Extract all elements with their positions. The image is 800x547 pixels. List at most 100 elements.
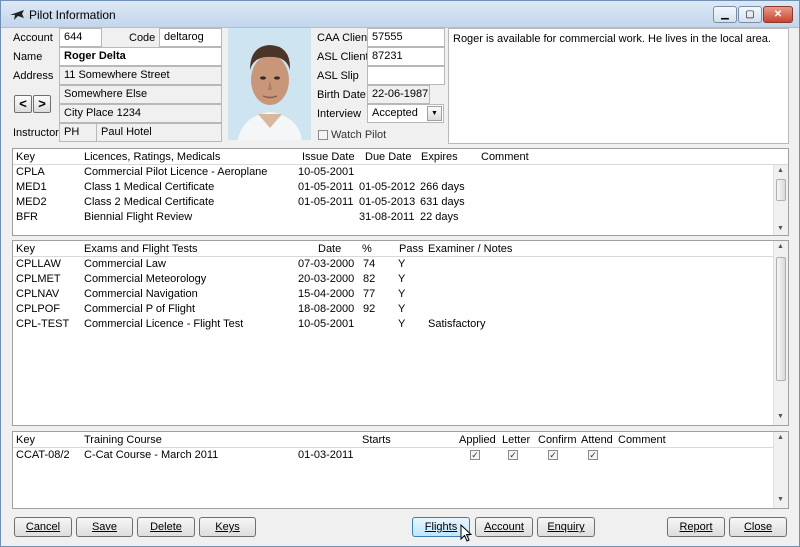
enquiry-button[interactable]: Enquiry (537, 517, 595, 537)
maximize-button[interactable]: ▢ (738, 6, 762, 23)
licences-grid[interactable]: Key Licences, Ratings, Medicals Issue Da… (12, 148, 789, 236)
scroll-down-icon[interactable]: ▼ (777, 413, 784, 420)
scroll-up-icon[interactable]: ▲ (777, 167, 784, 174)
table-row[interactable]: MED2 Class 2 Medical Certificate 01-05-201… (13, 195, 773, 210)
instructor-name-field[interactable]: Paul Hotel (96, 123, 222, 142)
keys-button[interactable]: Keys (199, 517, 256, 537)
asl-slip-field[interactable] (367, 66, 445, 85)
column-header[interactable]: Key (16, 434, 35, 446)
training-scrollbar[interactable]: ▲ ▼ (773, 432, 788, 508)
column-header[interactable]: Comment (481, 151, 529, 163)
column-header[interactable]: Issue Date (302, 151, 355, 163)
chevron-down-icon[interactable]: ▼ (427, 106, 442, 121)
scroll-thumb[interactable] (776, 257, 786, 381)
table-row[interactable]: CPLMET Commercial Meteorology 20-03-2000 82… (13, 272, 773, 287)
table-cell: Biennial Flight Review (84, 211, 193, 223)
prev-record-button[interactable]: < (14, 95, 32, 113)
code-field[interactable]: deltarog (159, 28, 222, 47)
instructor-label: Instructor (13, 127, 59, 139)
column-header[interactable]: Examiner / Notes (428, 243, 512, 255)
close-button[interactable]: Close (729, 517, 787, 537)
asl-client-field[interactable]: 87231 (367, 47, 445, 66)
address-line-2[interactable]: Somewhere Else (59, 85, 222, 104)
name-field[interactable]: Roger Delta (59, 47, 222, 66)
table-row[interactable]: CPLPOF Commercial P of Flight 18-08-2000 92… (13, 302, 773, 317)
column-header[interactable]: Attend (581, 434, 613, 446)
confirm-checkbox[interactable]: ✓ (548, 450, 558, 460)
save-button[interactable]: Save (76, 517, 133, 537)
close-window-button[interactable]: ✕ (763, 6, 793, 23)
column-header[interactable]: Expires (421, 151, 458, 163)
training-header: Key Training Course Starts Applied Lette… (13, 432, 788, 448)
table-cell: 92 (363, 303, 376, 315)
cancel-button[interactable]: Cancel (14, 517, 72, 537)
notes-textarea[interactable]: Roger is available for commercial work. … (448, 28, 789, 144)
column-header[interactable]: Training Course (84, 434, 162, 446)
table-cell: CPLPOF (16, 303, 61, 315)
table-cell: Commercial Navigation (84, 288, 198, 300)
table-cell: MED1 (16, 181, 47, 193)
table-cell: Commercial Licence - Flight Test (84, 318, 244, 330)
minimize-button[interactable]: ▁ (713, 6, 737, 23)
column-header[interactable]: Confirm (538, 434, 577, 446)
column-header[interactable]: % (362, 243, 372, 255)
birth-date-field[interactable]: 22-06-1987 (367, 85, 430, 104)
licences-scrollbar[interactable]: ▲ ▼ (773, 165, 788, 235)
column-header[interactable]: Pass (399, 243, 423, 255)
table-cell: 77 (363, 288, 376, 300)
delete-button[interactable]: Delete (137, 517, 195, 537)
table-cell: 01-05-2011 (298, 196, 354, 208)
close-button-label: Close (743, 521, 773, 533)
table-cell: 01-05-2013 (359, 196, 416, 208)
column-header[interactable]: Licences, Ratings, Medicals (84, 151, 220, 163)
applied-checkbox[interactable]: ✓ (470, 450, 480, 460)
scroll-up-icon[interactable]: ▲ (777, 243, 784, 250)
table-cell: Satisfactory (428, 318, 486, 330)
account-label: Account (13, 32, 53, 44)
attend-checkbox[interactable]: ✓ (588, 450, 598, 460)
table-row[interactable]: BFR Biennial Flight Review 31-08-2011 22 da… (13, 210, 773, 225)
address-line-3[interactable]: City Place 1234 (59, 104, 222, 123)
account-button[interactable]: Account (475, 517, 533, 537)
column-header[interactable]: Comment (618, 434, 666, 446)
table-cell: C-Cat Course - March 2011 (84, 449, 219, 461)
scroll-down-icon[interactable]: ▼ (777, 496, 784, 503)
table-cell: 266 days (420, 181, 465, 193)
watch-pilot-checkbox[interactable] (318, 130, 328, 140)
scroll-down-icon[interactable]: ▼ (777, 225, 784, 232)
table-row[interactable]: CCAT-08/2 C-Cat Course - March 2011 01-03-… (13, 448, 773, 463)
table-cell: Y (398, 258, 406, 270)
instructor-code-field[interactable]: PH (59, 123, 97, 142)
column-header[interactable]: Letter (502, 434, 530, 446)
report-button[interactable]: Report (667, 517, 725, 537)
letter-checkbox[interactable]: ✓ (508, 450, 518, 460)
table-row[interactable]: CPL-TEST Commercial Licence - Flight Test… (13, 317, 773, 332)
account-field[interactable]: 644 (59, 28, 102, 47)
table-row[interactable]: CPLLAW Commercial Law 07-03-2000 74 Y (13, 257, 773, 272)
column-header[interactable]: Key (16, 151, 35, 163)
interview-select[interactable]: Accepted ▼ (367, 104, 444, 123)
table-row[interactable]: CPLNAV Commercial Navigation 15-04-2000 77 Y (13, 287, 773, 302)
training-grid[interactable]: Key Training Course Starts Applied Lette… (12, 431, 789, 509)
exams-scrollbar[interactable]: ▲ ▼ (773, 241, 788, 425)
next-record-button[interactable]: > (33, 95, 51, 113)
caa-client-field[interactable]: 57555 (367, 28, 445, 47)
table-row[interactable]: MED1 Class 1 Medical Certificate 01-05-201… (13, 180, 773, 195)
keys-button-label: Keys (215, 521, 240, 533)
scroll-up-icon[interactable]: ▲ (777, 434, 784, 441)
table-cell: Commercial Law (84, 258, 166, 270)
column-header[interactable]: Key (16, 243, 35, 255)
address-line-1[interactable]: 11 Somewhere Street (59, 66, 222, 85)
column-header[interactable]: Applied (459, 434, 496, 446)
scroll-thumb[interactable] (776, 179, 786, 201)
cancel-button-label: Cancel (25, 521, 61, 533)
table-cell: 31-08-2011 (359, 211, 415, 223)
table-row[interactable]: CPLA Commercial Pilot Licence - Aeroplane… (13, 165, 773, 180)
pilot-photo (228, 28, 311, 140)
column-header[interactable]: Due Date (365, 151, 411, 163)
column-header[interactable]: Starts (362, 434, 391, 446)
column-header[interactable]: Date (318, 243, 341, 255)
exams-grid[interactable]: Key Exams and Flight Tests Date % Pass E… (12, 240, 789, 426)
asl-client-label: ASL Client (317, 51, 369, 63)
column-header[interactable]: Exams and Flight Tests (84, 243, 198, 255)
